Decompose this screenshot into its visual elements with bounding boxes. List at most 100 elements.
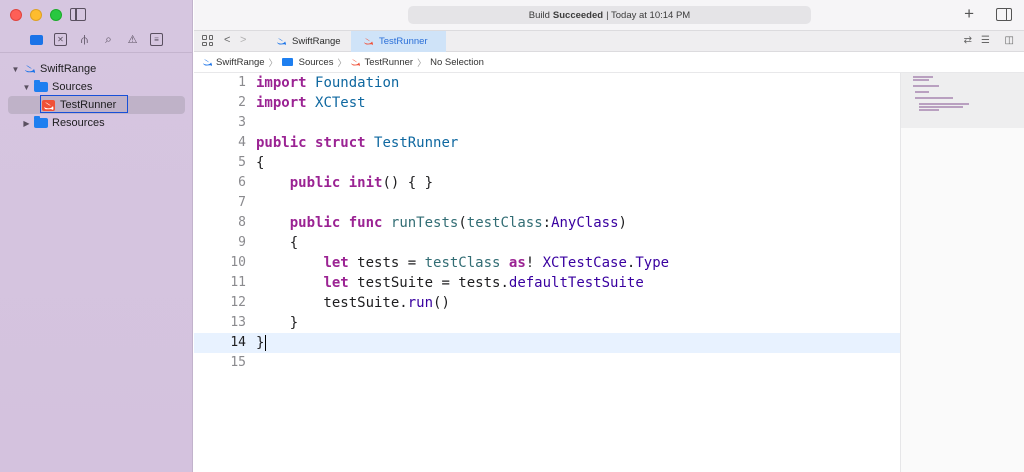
folder-icon — [34, 116, 48, 128]
line-number: 4 — [238, 135, 246, 150]
line-number: 8 — [238, 215, 246, 230]
chevron-right-icon[interactable]: ▶ — [22, 119, 31, 128]
line-number: 2 — [238, 95, 246, 110]
editor-options-icon[interactable]: ☰ — [981, 35, 990, 46]
minimap-line — [915, 97, 953, 99]
swift-project-icon — [23, 64, 36, 74]
line-number: 7 — [238, 195, 246, 210]
source-control-icon[interactable]: ✕ — [54, 33, 67, 46]
code-line[interactable] — [256, 193, 669, 213]
line-number: 3 — [238, 115, 246, 130]
inspector-toggle-icon[interactable] — [996, 8, 1012, 21]
code-line[interactable]: { — [256, 153, 669, 173]
minimap-line — [913, 85, 939, 87]
zoom-window-button[interactable] — [50, 9, 62, 21]
chevron-right-icon[interactable]: > — [240, 34, 246, 46]
symbol-navigator-icon[interactable]: ⫛ — [78, 32, 91, 46]
code-line[interactable]: public struct TestRunner — [256, 133, 669, 153]
split-editor-icon[interactable]: ◫ — [1005, 35, 1014, 46]
source-editor[interactable]: 1 2 3 4 5 6 7 8 9 10 11 12 13 14 15 import Foundation i… — [194, 73, 900, 472]
code-line[interactable]: } — [256, 313, 669, 333]
tree-item-sources[interactable]: ▼ Sources — [0, 78, 193, 96]
line-number: 6 — [238, 175, 246, 190]
status-result: Succeeded — [552, 9, 604, 21]
minimap-line — [913, 76, 933, 78]
activity-status: Build Succeeded | Today at 10:14 PM — [408, 6, 811, 24]
line-number: 13 — [230, 315, 246, 330]
minimap-line — [919, 106, 963, 108]
add-library-plus-icon[interactable]: + — [964, 5, 974, 22]
window-controls — [10, 9, 62, 21]
code-line[interactable]: let testSuite = tests.defaultTestSuite — [256, 273, 669, 293]
line-number: 14 — [230, 335, 246, 350]
navigator-selector: ✕ ⫛ ⌕ ⚠ ≡ — [30, 32, 163, 46]
breadcrumb-item[interactable]: No Selection — [430, 57, 484, 68]
minimap-line — [913, 79, 929, 81]
line-number: 10 — [230, 255, 246, 270]
line-number: 12 — [230, 295, 246, 310]
code-line[interactable]: public func runTests(testClass:AnyClass) — [256, 213, 669, 233]
breadcrumb: SwiftRange 〉 Sources 〉 TestRunner 〉 No S… — [194, 52, 1024, 73]
line-number: 1 — [238, 75, 246, 90]
related-items-grid-icon[interactable] — [202, 35, 213, 46]
code-line[interactable]: let tests = testClass as! XCTestCase.Typ… — [256, 253, 669, 273]
chevron-down-icon[interactable]: ▼ — [22, 83, 31, 92]
tree-item-label: Sources — [52, 81, 93, 93]
swift-file-icon — [351, 58, 361, 66]
minimize-window-button[interactable] — [30, 9, 42, 21]
code-line[interactable] — [256, 113, 669, 133]
code-line[interactable]: public init() { } — [256, 173, 669, 193]
line-number: 11 — [230, 275, 246, 290]
chevron-right-icon: 〉 — [268, 57, 278, 68]
line-number-gutter: 1 2 3 4 5 6 7 8 9 10 11 12 13 14 15 — [194, 73, 246, 373]
code-line[interactable]: testSuite.run() — [256, 293, 669, 313]
minimap-viewport[interactable] — [901, 73, 1024, 128]
breadcrumb-item[interactable]: SwiftRange — [216, 57, 265, 68]
code-line[interactable]: { — [256, 233, 669, 253]
tab-swiftrange[interactable]: SwiftRange — [264, 31, 351, 52]
test-navigator-icon[interactable]: ≡ — [150, 33, 163, 46]
folder-icon — [281, 58, 293, 66]
tree-item-resources[interactable]: ▶ Resources — [0, 114, 193, 132]
project-navigator-folder-icon[interactable] — [30, 33, 43, 46]
minimap-line — [915, 91, 929, 93]
tab-label: SwiftRange — [292, 36, 341, 47]
tree-item-label: Resources — [52, 117, 105, 129]
code-line[interactable]: } — [256, 333, 669, 353]
minimap-line — [919, 109, 939, 111]
status-time: | Today at 10:14 PM — [606, 9, 691, 21]
navigator-sidebar: ✕ ⫛ ⌕ ⚠ ≡ ▼ SwiftRange ▼ Sources TestRun… — [0, 0, 193, 472]
folder-icon — [34, 80, 48, 92]
close-window-button[interactable] — [10, 9, 22, 21]
swap-icon[interactable]: ⇄ — [964, 35, 972, 46]
selection-highlight-box — [40, 95, 128, 113]
status-prefix: Build — [528, 9, 550, 21]
line-number: 15 — [230, 355, 246, 370]
swift-icon — [277, 37, 286, 46]
window-toolbar: Build Succeeded | Today at 10:14 PM + — [194, 0, 1024, 30]
chevron-right-icon: 〉 — [417, 57, 427, 68]
issue-navigator-icon[interactable]: ⚠ — [126, 33, 139, 46]
chevron-down-icon[interactable]: ▼ — [11, 65, 20, 74]
line-number: 9 — [238, 235, 246, 250]
code-line[interactable] — [256, 353, 669, 373]
chevron-right-icon: 〉 — [337, 57, 347, 68]
swift-project-icon — [203, 58, 212, 66]
text-caret — [265, 335, 267, 351]
tab-testrunner[interactable]: TestRunner — [351, 31, 446, 52]
sidebar-toggle-icon[interactable] — [70, 8, 86, 21]
minimap[interactable] — [900, 73, 1024, 472]
breadcrumb-item[interactable]: TestRunner — [364, 57, 413, 68]
tree-item-label: SwiftRange — [40, 63, 97, 75]
search-icon[interactable]: ⌕ — [102, 32, 115, 46]
navigator-divider — [0, 52, 193, 53]
breadcrumb-item[interactable]: Sources — [299, 57, 334, 68]
editor-tab-bar: < > SwiftRange TestRunner ⇄ ☰ ◫ — [194, 30, 1024, 52]
swift-icon — [364, 37, 373, 46]
chevron-left-icon[interactable]: < — [224, 34, 230, 46]
code-line[interactable]: import Foundation — [256, 73, 669, 93]
code-area[interactable]: import Foundation import XCTest public str… — [256, 73, 669, 373]
tree-item-swiftrange[interactable]: ▼ SwiftRange — [0, 60, 193, 78]
code-line[interactable]: import XCTest — [256, 93, 669, 113]
minimap-line — [919, 103, 969, 105]
